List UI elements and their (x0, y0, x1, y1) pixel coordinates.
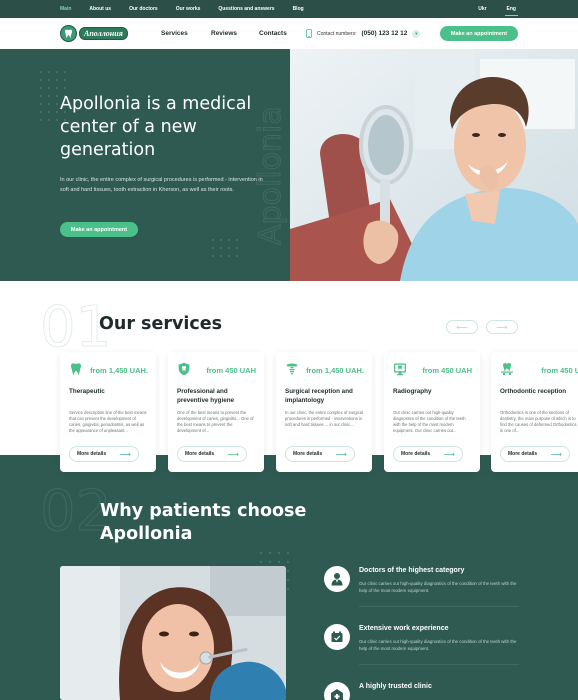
top-nav-faq[interactable]: Questions and answers (218, 6, 274, 12)
patient-photo (60, 566, 286, 700)
hero-text: In our clinic, the entire complex of sur… (60, 177, 263, 193)
chevron-down-icon[interactable]: ▼ (412, 29, 421, 38)
arrow-right-icon: ⟶ (119, 449, 131, 459)
services-title: Our services (99, 314, 223, 334)
contact-label: Contact numbers: (317, 30, 357, 37)
service-title: Professional and preventive hygiene (177, 388, 235, 404)
tooth-icon (71, 363, 81, 376)
feature-title: Extensive work experience (359, 625, 449, 632)
more-details-label: More details (185, 451, 215, 457)
service-card-hygiene[interactable]: from 450 UAH Professional and preventive… (168, 352, 264, 472)
hero-watermark: Apollonia (253, 106, 289, 246)
arrow-left-icon[interactable]: ⟵ (446, 320, 478, 334)
menu-contacts[interactable]: Contacts (259, 30, 287, 37)
hero-panel: Apollonia is a medical center of a new g… (0, 49, 290, 281)
more-details-button[interactable]: More details ⟶ (393, 446, 463, 462)
more-details-label: More details (293, 451, 323, 457)
contact-block: Contact numbers: (050) 123 12 12 ▼ (306, 18, 421, 49)
service-title: Radiography (393, 388, 432, 395)
more-details-button[interactable]: More details ⟶ (285, 446, 355, 462)
hero-photo-illustration (290, 49, 578, 281)
service-title: Orthodontic reception (500, 388, 567, 395)
phone-number[interactable]: (050) 123 12 12 (361, 30, 407, 37)
feature-title: A highly trusted clinic (359, 683, 432, 690)
implant-icon (286, 363, 298, 376)
why-title: Why patients choose Apollonia (100, 501, 307, 544)
xray-monitor-icon (394, 363, 406, 376)
dot-grid-decoration-2 (212, 239, 238, 257)
appointment-button-header[interactable]: Make an appointment (440, 26, 518, 41)
more-details-label: More details (77, 451, 107, 457)
hero-photo (290, 49, 578, 281)
top-bar: Main About us Our doctors Our works Ques… (0, 0, 578, 18)
top-nav-works[interactable]: Our works (176, 6, 201, 12)
patient-photo-illustration (60, 566, 286, 700)
arrow-right-icon: ⟶ (335, 449, 347, 459)
more-details-button[interactable]: More details ⟶ (500, 446, 570, 462)
service-card-therapeutic[interactable]: from 1,450 UAH. Therapeutic Service desc… (60, 352, 156, 472)
phone-icon (306, 29, 312, 38)
logo[interactable]: Аполлония (60, 25, 140, 42)
language-ukr[interactable]: Ukr (476, 3, 488, 15)
shield-icon (178, 362, 190, 376)
language-eng[interactable]: Eng (504, 3, 518, 16)
arrow-right-icon: ⟶ (443, 449, 455, 459)
main-header: Аполлония Services Reviews Contacts Cont… (0, 18, 578, 49)
braces-icon (501, 363, 513, 375)
service-title: Therapeutic (69, 388, 105, 395)
feature-description: Our clinic carries out high-quality diag… (359, 581, 517, 593)
top-nav-main[interactable]: Main (60, 6, 71, 12)
more-details-button[interactable]: More details ⟶ (69, 446, 139, 462)
service-description: Our clinic carries out high-quality diag… (393, 410, 466, 433)
appointment-button-hero[interactable]: Make an appointment (60, 222, 138, 237)
logo-text: Аполлония (79, 27, 128, 40)
service-description: In our clinic, the entire complex of sur… (285, 410, 363, 427)
experience-icon (324, 624, 350, 650)
hero-title: Apollonia is a medical center of a new g… (60, 94, 252, 160)
hero-section: Apollonia is a medical center of a new g… (0, 49, 578, 281)
service-price: from 1,450 UAH. (90, 366, 148, 375)
top-nav-blog[interactable]: Blog (293, 6, 304, 12)
service-price: from 450 UAH (541, 366, 578, 375)
logo-tooth-icon (60, 25, 77, 42)
menu-reviews[interactable]: Reviews (211, 30, 259, 37)
top-nav-about[interactable]: About us (89, 6, 111, 12)
arrow-right-icon: ⟶ (550, 449, 562, 459)
feature-title: Doctors of the highest category (359, 567, 465, 574)
service-description: Orthodontics is one of the sections of d… (500, 410, 577, 433)
service-card-radiography[interactable]: from 450 UAH Radiography Our clinic carr… (384, 352, 480, 472)
service-title: Surgical reception and implantology (285, 388, 353, 404)
more-details-label: More details (401, 451, 431, 457)
language-switcher: Ukr Eng (476, 0, 518, 18)
divider (359, 606, 519, 607)
top-nav: Main About us Our doctors Our works Ques… (60, 0, 304, 18)
more-details-button[interactable]: More details ⟶ (177, 446, 247, 462)
service-card-surgical[interactable]: from 1,450 UAH. Surgical reception and i… (276, 352, 372, 472)
more-details-label: More details (508, 451, 538, 457)
menu-services[interactable]: Services (161, 30, 211, 37)
service-price: from 450 UAH (422, 366, 472, 375)
arrow-right-icon[interactable]: ⟶ (486, 320, 518, 334)
divider (359, 664, 519, 665)
arrow-right-icon: ⟶ (227, 449, 239, 459)
service-card-orthodontic[interactable]: from 450 UAH Orthodontic reception Ortho… (491, 352, 578, 472)
service-price: from 1,450 UAH. (306, 366, 364, 375)
doctor-icon (324, 566, 350, 592)
svg-text:Apollonia: Apollonia (253, 106, 288, 245)
feature-description: Our clinic carries out high-quality diag… (359, 639, 517, 651)
top-nav-doctors[interactable]: Our doctors (129, 6, 158, 12)
service-description: One of the best means to prevent the dev… (177, 410, 254, 433)
service-price: from 450 UAH (206, 366, 256, 375)
service-description: Service description line of the best mea… (69, 410, 147, 433)
main-menu: Services Reviews Contacts (161, 18, 287, 49)
